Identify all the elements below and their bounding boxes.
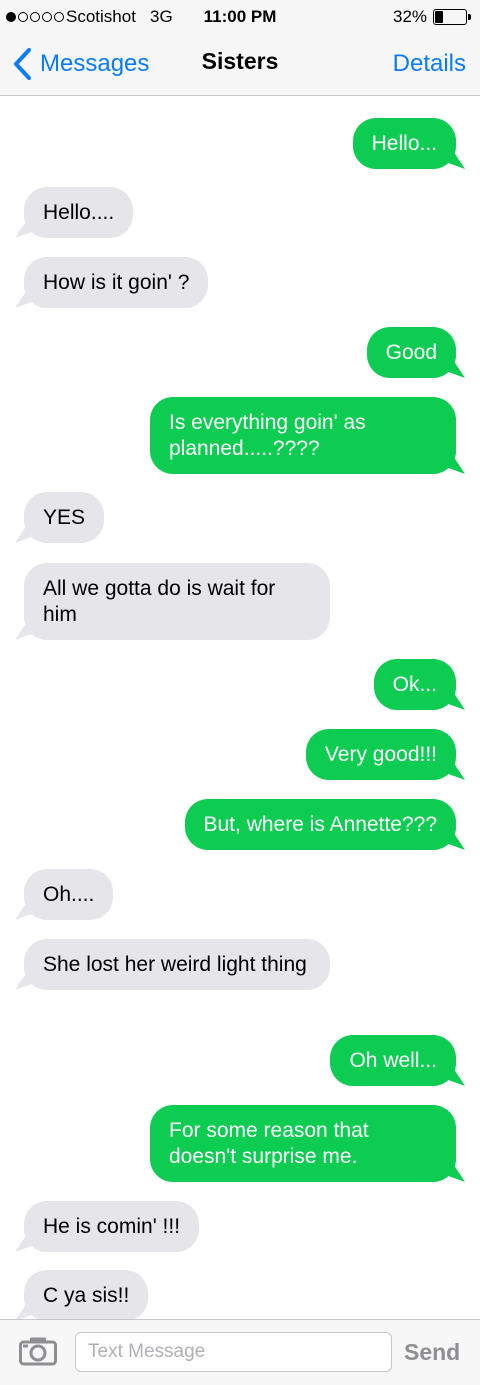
sent-message-bubble[interactable]: But, where is Annette??? bbox=[184, 799, 456, 850]
sent-message-bubble[interactable]: Hello... bbox=[352, 118, 456, 169]
battery-icon bbox=[433, 9, 471, 25]
back-button[interactable]: Messages bbox=[10, 46, 149, 82]
received-message-bubble[interactable]: All we gotta do is wait for him bbox=[24, 563, 330, 640]
back-button-label: Messages bbox=[40, 50, 150, 77]
message-list[interactable]: Hello... Hello.... How is it goin' ? Goo… bbox=[0, 97, 480, 1319]
received-message-bubble[interactable]: She lost her weird light thing bbox=[24, 939, 330, 990]
status-bar: Scotishot 3G 11:00 PM 32% bbox=[0, 0, 480, 34]
nav-bar: Messages Sisters Details bbox=[0, 34, 480, 96]
sent-message-bubble[interactable]: Very good!!! bbox=[305, 729, 456, 780]
sent-message-bubble[interactable]: For some reason that doesn't surprise me… bbox=[150, 1105, 456, 1182]
battery-tip bbox=[468, 14, 471, 20]
sent-message-bubble[interactable]: Is everything goin' as planned.....???? bbox=[150, 397, 456, 474]
received-message-bubble[interactable]: How is it goin' ? bbox=[24, 257, 209, 308]
sent-message-bubble[interactable]: Oh well... bbox=[330, 1035, 456, 1086]
compose-bar: Send bbox=[0, 1319, 480, 1385]
sent-message-bubble[interactable]: Ok... bbox=[373, 659, 456, 710]
battery-percent: 32% bbox=[393, 7, 428, 26]
send-button[interactable]: Send bbox=[404, 1339, 460, 1366]
chevron-left-icon bbox=[14, 48, 31, 80]
camera-icon[interactable] bbox=[19, 1336, 57, 1366]
received-message-bubble[interactable]: YES bbox=[24, 492, 105, 543]
details-button[interactable]: Details bbox=[393, 50, 466, 78]
sent-message-bubble[interactable]: Good bbox=[366, 327, 456, 378]
message-input[interactable] bbox=[75, 1332, 392, 1372]
battery-fill bbox=[435, 11, 444, 23]
received-message-bubble[interactable]: C ya sis!! bbox=[24, 1270, 149, 1319]
received-message-bubble[interactable]: He is comin' !!! bbox=[24, 1201, 200, 1252]
received-message-bubble[interactable]: Hello.... bbox=[24, 187, 134, 238]
received-message-bubble[interactable]: Oh.... bbox=[24, 869, 114, 920]
